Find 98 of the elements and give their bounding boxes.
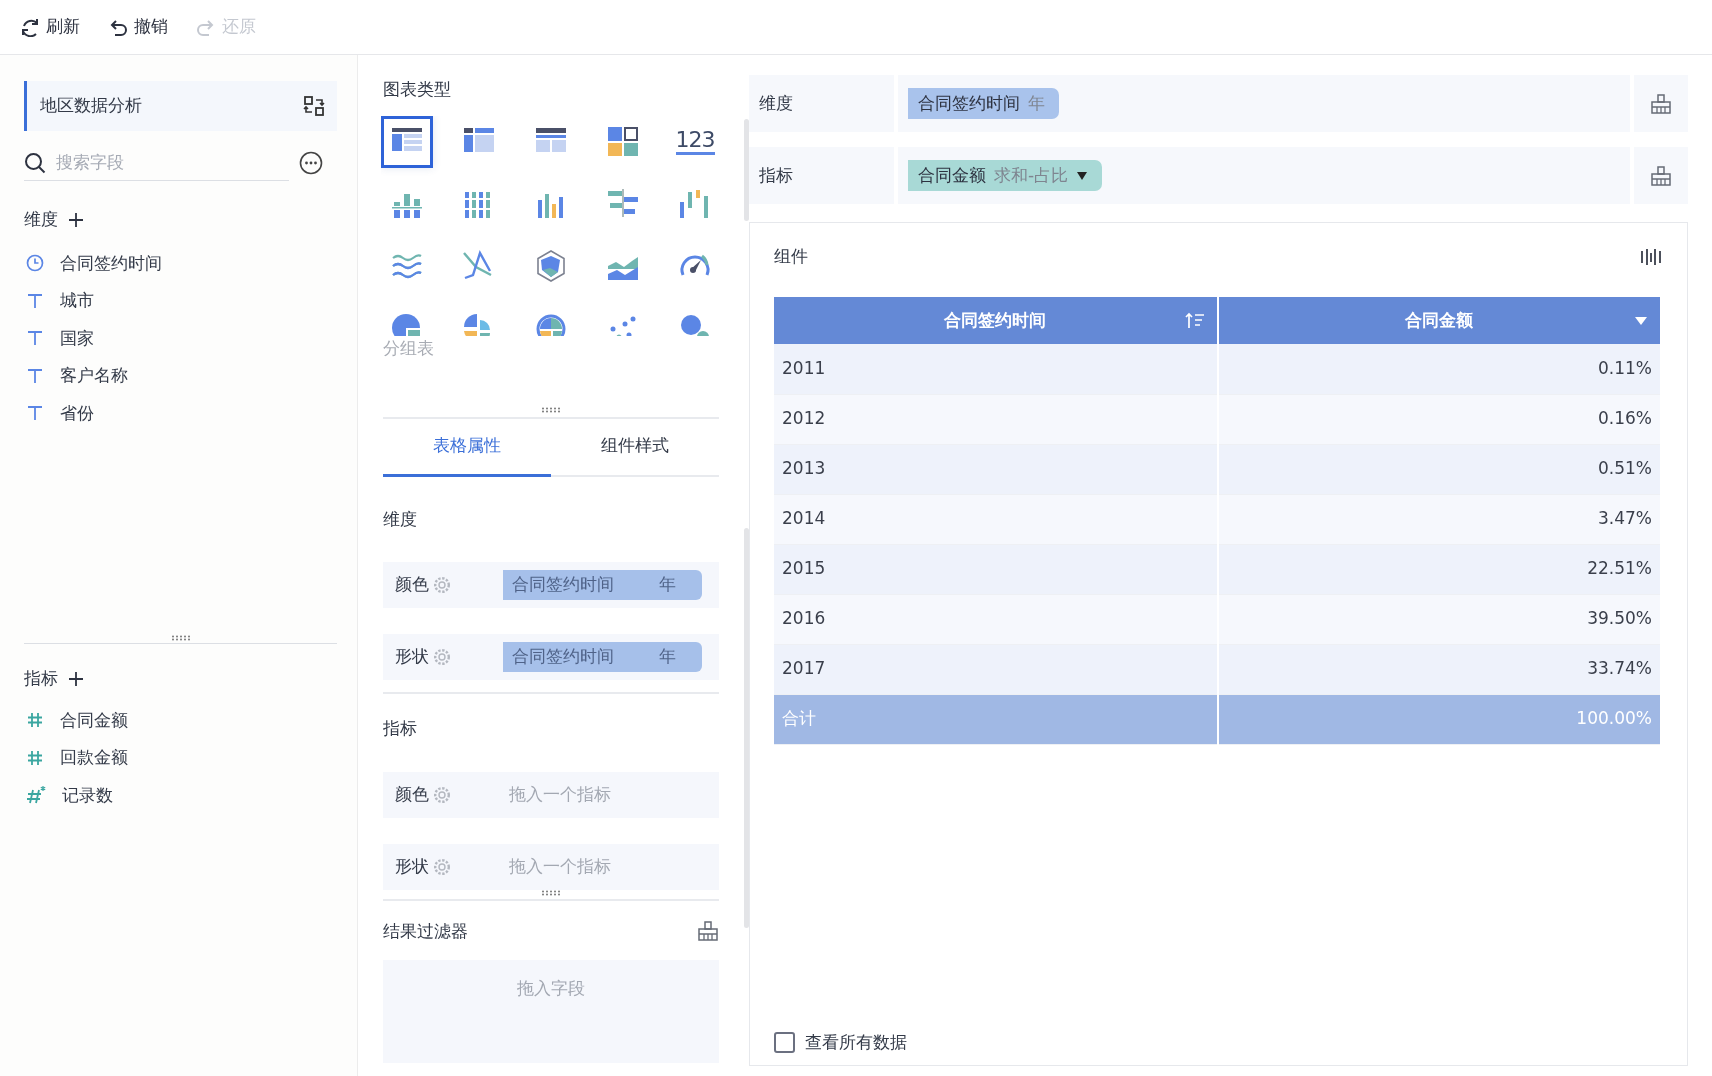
search-icon	[24, 151, 46, 174]
field-item[interactable]: 城市	[24, 282, 337, 320]
table-cell: 2016	[774, 594, 1218, 644]
table-cell: 0.51%	[1217, 444, 1661, 494]
hash-icon	[26, 748, 44, 767]
undo-button[interactable]: 撤销	[108, 14, 168, 40]
field-name: 城市	[60, 289, 94, 312]
text-type-icon	[26, 329, 44, 348]
section-title: 指标	[24, 667, 58, 690]
total-cell: 合计	[774, 694, 1218, 744]
gear-icon[interactable]	[433, 857, 451, 876]
search-field[interactable]: 搜索字段	[56, 149, 256, 176]
drop-hint: 拖入一个指标	[508, 782, 611, 806]
field-item[interactable]: 合同金额	[24, 701, 337, 739]
pill-name: 合同签约时间	[512, 573, 614, 597]
hash-icon	[26, 711, 44, 730]
field-name: 合同金额	[60, 708, 128, 732]
field-pill[interactable]: 合同金额 求和-占比	[908, 160, 1103, 191]
undo-icon	[108, 17, 128, 37]
chart-type-option[interactable]	[381, 115, 433, 168]
refresh-button[interactable]: 刷新	[20, 14, 80, 40]
table-cell: 2017	[774, 644, 1218, 694]
pill-unit: 年	[659, 573, 676, 597]
table-cell: 2012	[774, 394, 1218, 444]
table-cell: 2013	[774, 444, 1218, 494]
table-cell: 2011	[774, 344, 1218, 394]
field-name: 合同签约时间	[60, 251, 162, 275]
chart-type-caption: 分组表	[383, 336, 435, 360]
add-icon[interactable]	[68, 211, 84, 228]
switch-icon[interactable]	[303, 95, 325, 117]
pill-unit: 年	[659, 645, 676, 669]
drop-hint: 拖入字段	[517, 977, 585, 1000]
field-item[interactable]: 国家	[24, 319, 337, 357]
columns-icon[interactable]	[1640, 248, 1662, 266]
field-item[interactable]: 记录数	[24, 776, 337, 814]
clear-icon[interactable]	[1650, 92, 1672, 115]
checkbox[interactable]	[774, 1031, 795, 1053]
table-cell: 3.47%	[1217, 494, 1661, 544]
table-cell: 2015	[774, 544, 1218, 594]
property-label: 形状	[395, 854, 429, 878]
pill-name: 合同签约时间	[918, 91, 1020, 115]
checkbox-label: 查看所有数据	[805, 1030, 907, 1054]
clear-icon[interactable]	[1650, 164, 1672, 187]
field-item[interactable]: 省份	[24, 394, 337, 432]
gear-icon[interactable]	[433, 785, 451, 804]
field-name: 省份	[60, 401, 94, 425]
property-label: 颜色	[395, 782, 429, 806]
property-label: 颜色	[395, 573, 429, 597]
field-name: 回款金额	[60, 746, 128, 769]
pill-detail: 年	[1028, 91, 1045, 115]
caret-down-icon[interactable]	[1076, 170, 1089, 181]
pill-name: 合同签约时间	[512, 645, 614, 669]
pill-detail: 求和-占比	[994, 163, 1069, 187]
section-title: 维度	[383, 507, 418, 531]
field-name: 国家	[60, 326, 94, 350]
chart-type-option[interactable]: 123	[669, 115, 719, 168]
property-label: 形状	[395, 645, 429, 669]
grip-icon[interactable]	[170, 635, 191, 641]
field-item[interactable]: 合同签约时间	[24, 244, 337, 282]
redo-icon	[196, 17, 216, 37]
table-cell: 33.74%	[1217, 644, 1661, 694]
clock-icon	[26, 254, 44, 273]
panel-title: 组件	[774, 245, 808, 269]
text-type-icon	[26, 366, 44, 385]
sort-icon[interactable]	[1184, 311, 1205, 330]
tab[interactable]: 表格属性	[383, 419, 551, 477]
text-type-icon	[26, 404, 44, 423]
field-name: 客户名称	[60, 364, 128, 387]
clear-icon[interactable]	[697, 920, 719, 943]
field-item[interactable]: 回款金额	[24, 739, 337, 777]
gear-icon[interactable]	[433, 648, 451, 666]
table-cell: 2014	[774, 494, 1218, 544]
shelf-label: 维度	[749, 75, 894, 132]
field-pill[interactable]: 合同签约时间 年	[908, 88, 1059, 119]
shelf-label: 指标	[749, 147, 894, 204]
table-cell: 39.50%	[1217, 594, 1661, 644]
gear-icon[interactable]	[433, 576, 451, 594]
table-cell: 22.51%	[1217, 544, 1661, 594]
table-cell: 0.16%	[1217, 394, 1661, 444]
hash-star-icon	[26, 785, 46, 806]
field-name: 记录数	[62, 783, 113, 807]
text-type-icon	[26, 291, 44, 310]
more-icon[interactable]	[299, 151, 323, 175]
field-item[interactable]: 客户名称	[24, 357, 337, 395]
dataset-title: 地区数据分析	[40, 94, 142, 118]
refresh-icon	[20, 17, 40, 37]
section-title: 图表类型	[383, 78, 452, 101]
drop-hint: 拖入一个指标	[508, 854, 611, 878]
add-icon[interactable]	[68, 670, 84, 687]
grip-icon[interactable]	[541, 889, 561, 896]
grip-icon[interactable]	[541, 407, 561, 413]
table-cell: 0.11%	[1217, 344, 1661, 394]
section-title: 指标	[383, 717, 418, 740]
section-title: 维度	[24, 208, 58, 231]
total-cell: 100.00%	[1217, 694, 1661, 744]
tab[interactable]: 组件样式	[551, 419, 719, 477]
section-title: 结果过滤器	[383, 919, 468, 943]
pill-name: 合同金额	[918, 163, 986, 187]
